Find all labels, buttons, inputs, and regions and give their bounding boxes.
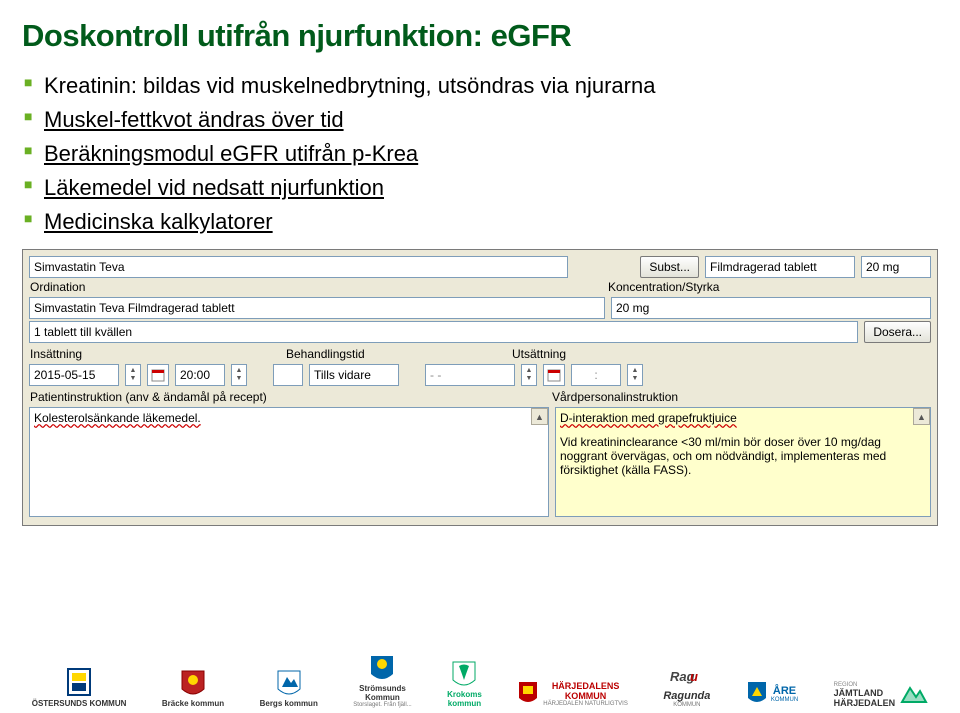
- behandlingstid-label: Behandlingstid: [285, 347, 505, 361]
- logo-ostersund: ÖSTERSUNDS KOMMUN: [32, 667, 127, 708]
- koncentration-field[interactable]: 20 mg: [611, 297, 931, 319]
- insattning-label: Insättning: [29, 347, 279, 361]
- utsattning-time-spinner[interactable]: ▲▼: [627, 364, 643, 386]
- logo-stromsunds: Strömsunds Kommun Storslaget. Från fjäll…: [353, 652, 411, 708]
- vardpersonal-label: Vårdpersonalinstruktion: [551, 390, 931, 404]
- logo-are: ÅRE KOMMUN: [746, 680, 798, 708]
- pat-text: Kolesterolsänkande läkemedel.: [34, 411, 201, 425]
- bullet-link-muskel[interactable]: Muskel-fettkvot ändras över tid: [24, 104, 938, 136]
- footer-logos: ÖSTERSUNDS KOMMUN Bräcke kommun Bergs ko…: [0, 652, 960, 708]
- bullet-link-lakemedel[interactable]: Läkemedel vid nedsatt njurfunktion: [24, 172, 938, 204]
- utsattning-label: Utsättning: [511, 347, 931, 361]
- vard-line2: Vid kreatininclearance <30 ml/min bör do…: [560, 435, 926, 477]
- logo-bracke: Bräcke kommun: [162, 667, 224, 708]
- ordination-field[interactable]: Simvastatin Teva Filmdragerad tablett: [29, 297, 605, 319]
- scroll-up-icon[interactable]: ▲: [531, 408, 548, 425]
- time-spinner[interactable]: ▲▼: [231, 364, 247, 386]
- bullet-link-kalkylatorer[interactable]: Medicinska kalkylatorer: [24, 206, 938, 238]
- scroll-up-icon[interactable]: ▲: [913, 408, 930, 425]
- patientinstruktion-label: Patientinstruktion (anv & ändamål på rec…: [29, 390, 545, 404]
- vardpersonal-textarea[interactable]: D-interaktion med grapefruktjuice Vid kr…: [555, 407, 931, 517]
- form-type-field[interactable]: Filmdragerad tablett: [705, 256, 855, 278]
- calendar-icon[interactable]: [147, 364, 169, 386]
- koncentration-label: Koncentration/Styrka: [607, 280, 931, 294]
- date-spinner[interactable]: ▲▼: [125, 364, 141, 386]
- bullet-link-egfr[interactable]: Beräkningsmodul eGFR utifrån p-Krea: [24, 138, 938, 170]
- patientinstruktion-textarea[interactable]: Kolesterolsänkande läkemedel. ▲: [29, 407, 549, 517]
- strength-field[interactable]: 20 mg: [861, 256, 931, 278]
- calendar-icon[interactable]: [543, 364, 565, 386]
- page-title: Doskontroll utifrån njurfunktion: eGFR: [22, 18, 938, 54]
- logo-harjedalens: HÄRJEDALENS KOMMUN HÄRJEDALEN NATURLIGTV…: [517, 680, 628, 708]
- utsattning-date-field[interactable]: - -: [425, 364, 515, 386]
- bullet-list: Kreatinin: bildas vid muskelnedbrytning,…: [22, 70, 938, 237]
- logo-krokoms: Krokoms kommun: [447, 658, 482, 708]
- medicine-name-field[interactable]: Simvastatin Teva: [29, 256, 568, 278]
- utsattning-date-spinner[interactable]: ▲▼: [521, 364, 537, 386]
- behandlingstid-value-field[interactable]: [273, 364, 303, 386]
- prescription-form: Simvastatin Teva Subst... Filmdragerad t…: [22, 249, 938, 526]
- logo-ragunda: Ragu Ragunda KOMMUN: [663, 666, 710, 708]
- dosera-button[interactable]: Dosera...: [864, 321, 931, 343]
- dose-text-field[interactable]: 1 tablett till kvällen: [29, 321, 858, 343]
- utsattning-time-field[interactable]: :: [571, 364, 621, 386]
- behandlingstid-unit-field[interactable]: Tills vidare: [309, 364, 399, 386]
- insattning-time-field[interactable]: 20:00: [175, 364, 225, 386]
- vard-line1: D-interaktion med grapefruktjuice: [560, 411, 926, 425]
- bullet-item: Kreatinin: bildas vid muskelnedbrytning,…: [24, 70, 938, 102]
- ordination-label: Ordination: [29, 280, 601, 294]
- logo-bergs: Bergs kommun: [260, 667, 318, 708]
- svg-text:u: u: [690, 669, 698, 684]
- subst-button[interactable]: Subst...: [640, 256, 699, 278]
- logo-region-jh: REGION JÄMTLAND HÄRJEDALEN: [834, 682, 929, 708]
- insattning-date-field[interactable]: 2015-05-15: [29, 364, 119, 386]
